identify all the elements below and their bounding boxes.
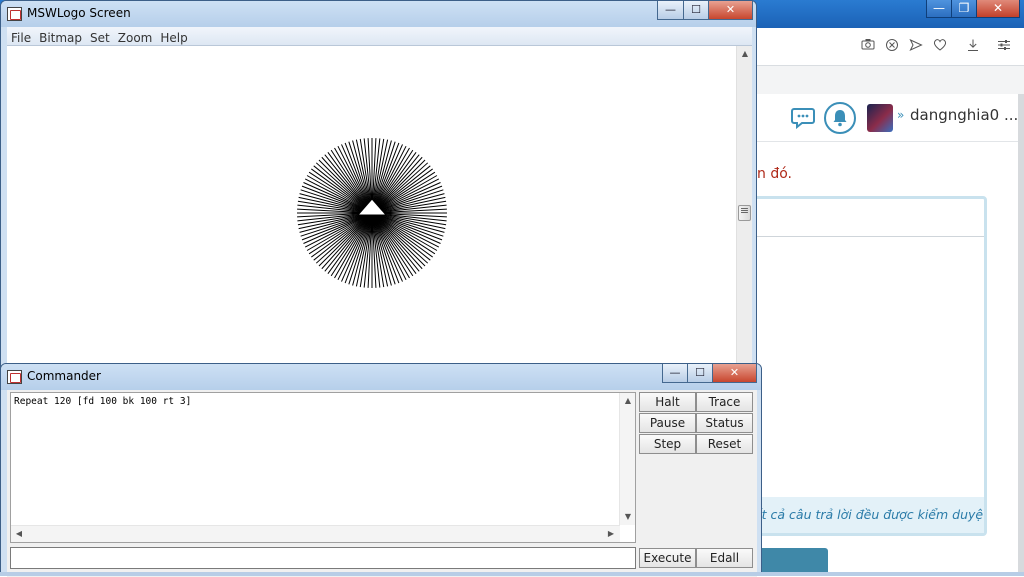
history-line[interactable]: Repeat 120 [fd 100 bk 100 rt 3] [14, 396, 191, 407]
send-icon[interactable] [908, 38, 924, 54]
scroll-up-icon[interactable]: ▲ [620, 393, 636, 409]
pause-button[interactable]: Pause [639, 413, 696, 433]
mswlogo-close-button[interactable]: ✕ [708, 1, 753, 20]
chat-icon[interactable] [791, 107, 815, 130]
avatar[interactable] [867, 104, 893, 132]
commander-window: Commander — ☐ ✕ Repeat 120 [fd 100 bk 10… [0, 363, 762, 577]
notice-text: n đó. [757, 166, 792, 182]
drawing-canvas[interactable]: ▲ [7, 46, 752, 373]
step-button[interactable]: Step [639, 434, 696, 454]
scroll-left-icon[interactable]: ◀ [11, 526, 27, 542]
halt-button[interactable]: Halt [639, 392, 696, 412]
reset-button[interactable]: Reset [696, 434, 753, 454]
page-body: n đó. ất cả câu trả lời đều được kiểm du… [747, 142, 1020, 576]
scroll-up-icon[interactable]: ▲ [737, 46, 753, 62]
bell-icon [833, 110, 847, 127]
notifications-button[interactable] [824, 102, 856, 134]
commander-body: Repeat 120 [fd 100 bk 100 rt 3] ▲ ▼ ◀ ▶ … [7, 390, 757, 577]
commander-minimize-button[interactable]: — [662, 364, 688, 383]
mswlogo-menubar: File Bitmap Set Zoom Help [7, 27, 752, 46]
commander-close-button[interactable]: ✕ [712, 364, 757, 383]
scroll-right-icon[interactable]: ▶ [603, 526, 619, 542]
edall-button[interactable]: Edall [696, 548, 753, 568]
mswlogo-window-title: MSWLogo Screen [27, 6, 131, 20]
browser-page: » dangnghia0 ... n đó. ất cả câu trả lời… [747, 66, 1024, 576]
mswlogo-titlebar[interactable]: MSWLogo Screen — ☐ ✕ [1, 1, 756, 27]
chevron-down-icon[interactable]: » [897, 108, 904, 122]
taskbar-edge [0, 572, 1024, 576]
download-icon[interactable] [965, 38, 981, 54]
scroll-down-icon[interactable]: ▼ [620, 509, 636, 525]
browser-minimize-button[interactable]: — [926, 0, 952, 18]
execute-button[interactable]: Execute [639, 548, 696, 568]
mswlogo-minimize-button[interactable]: — [657, 1, 684, 20]
username-label[interactable]: dangnghia0 ... [910, 106, 1018, 124]
commander-window-title: Commander [27, 369, 101, 383]
page-scrollbar[interactable] [1018, 94, 1024, 576]
command-input[interactable] [10, 547, 636, 569]
scroll-thumb[interactable] [738, 204, 751, 221]
block-icon[interactable] [884, 38, 900, 54]
browser-close-button[interactable]: ✕ [976, 0, 1020, 18]
canvas-vertical-scrollbar[interactable]: ▲ [736, 46, 752, 373]
commander-app-icon[interactable] [7, 370, 22, 384]
history-horizontal-scrollbar[interactable]: ◀ ▶ [11, 525, 620, 542]
site-header: » dangnghia0 ... [757, 94, 1020, 142]
mswlogo-maximize-button[interactable]: ☐ [683, 1, 709, 20]
mswlogo-app-icon[interactable] [7, 7, 22, 21]
answer-box-divider [750, 236, 984, 237]
camera-icon[interactable] [860, 38, 876, 54]
heart-icon[interactable] [932, 38, 948, 54]
browser-maximize-button[interactable]: ❐ [951, 0, 977, 18]
browser-toolbar [757, 28, 1024, 66]
answer-box: ất cả câu trả lời đều được kiểm duyệt! [747, 196, 987, 536]
command-history[interactable]: Repeat 120 [fd 100 bk 100 rt 3] ▲ ▼ ◀ ▶ [10, 392, 636, 543]
turtle-drawing [297, 138, 447, 288]
commander-titlebar[interactable]: Commander — ☐ ✕ [1, 364, 761, 390]
commander-maximize-button[interactable]: ☐ [687, 364, 713, 383]
mswlogo-screen-window: MSWLogo Screen — ☐ ✕ File Bitmap Set Zoom He… [0, 0, 757, 373]
settings-sliders-icon[interactable] [996, 38, 1012, 54]
trace-button[interactable]: Trace [696, 392, 753, 412]
status-button[interactable]: Status [696, 413, 753, 433]
history-vertical-scrollbar[interactable]: ▲ ▼ [619, 393, 635, 525]
moderation-note: ất cả câu trả lời đều được kiểm duyệt! [750, 497, 984, 533]
